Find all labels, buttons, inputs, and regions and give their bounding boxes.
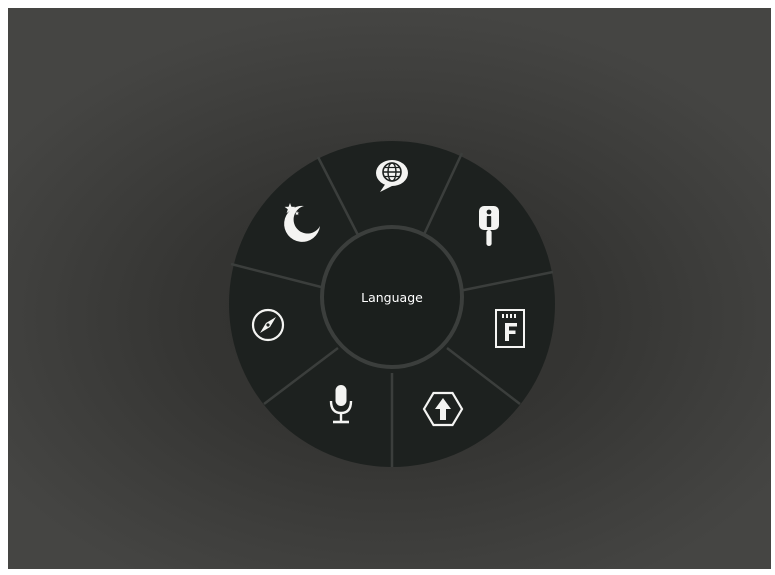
screen-background: Language [8, 8, 771, 569]
center-label: Language [361, 290, 423, 305]
radial-menu: Language [229, 141, 555, 467]
